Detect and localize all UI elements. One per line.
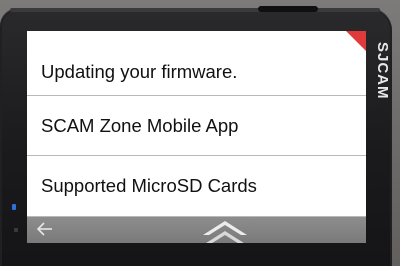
camera-top-slot [258, 6, 318, 12]
camera-scene: SJCAM Updating your firmware. SCAM Zone … [0, 0, 400, 266]
menu-item-microsd[interactable]: Supported MicroSD Cards [27, 156, 366, 217]
menu-item-mobile-app[interactable]: SCAM Zone Mobile App [27, 96, 366, 156]
menu-item-firmware[interactable]: Updating your firmware. [27, 31, 366, 96]
camera-top-edge [10, 8, 380, 12]
double-chevron-up-icon[interactable] [199, 219, 251, 243]
side-button[interactable] [14, 228, 18, 232]
status-led [12, 204, 16, 210]
arrow-left-icon[interactable] [35, 219, 55, 239]
navigation-bar [27, 217, 366, 243]
menu-item-label: Updating your firmware. [41, 61, 238, 82]
menu-item-label: Supported MicroSD Cards [41, 175, 257, 196]
touch-screen: Updating your firmware. SCAM Zone Mobile… [27, 31, 366, 243]
brand-logo: SJCAM [374, 42, 391, 100]
corner-flag-icon [346, 31, 366, 51]
menu-item-label: SCAM Zone Mobile App [41, 114, 239, 136]
